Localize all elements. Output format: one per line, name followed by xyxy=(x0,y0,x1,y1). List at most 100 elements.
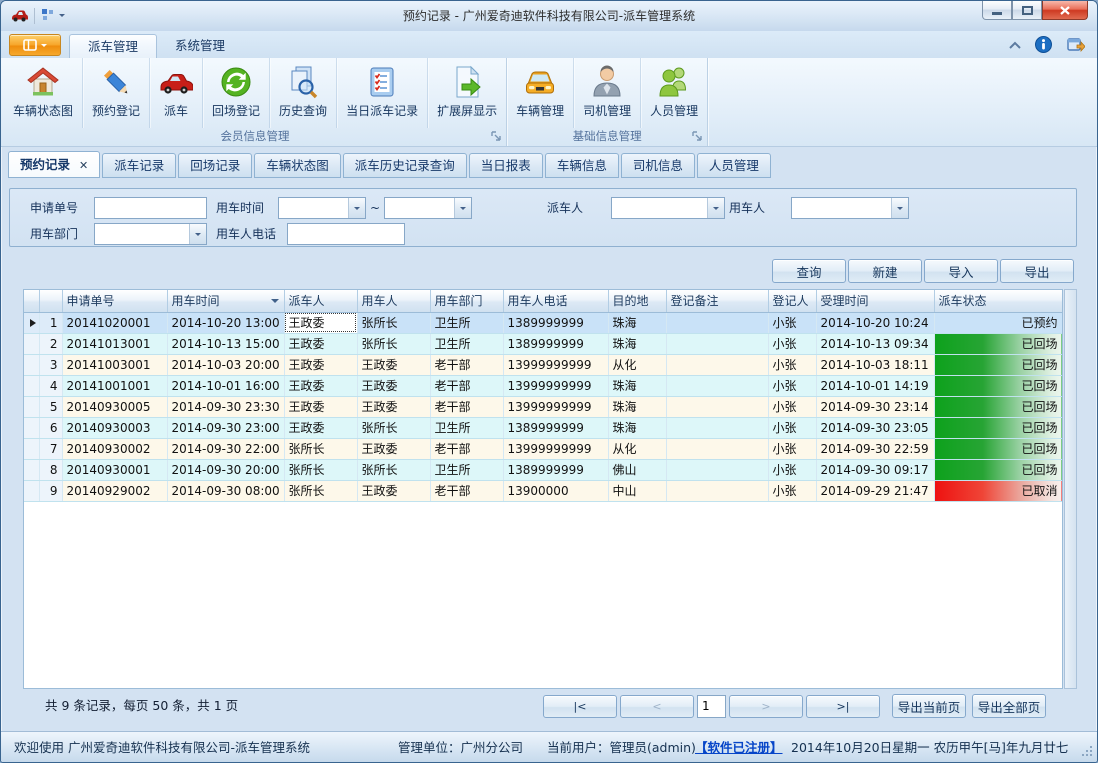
grid-cell-destination[interactable]: 中山 xyxy=(608,480,666,501)
maximize-button[interactable] xyxy=(1012,1,1042,20)
grid-cell-user_phone[interactable]: 13999999999 xyxy=(503,354,608,375)
grid-cell-department[interactable]: 老干部 xyxy=(430,396,503,417)
doc-tab-5[interactable]: 派车历史记录查询 xyxy=(343,153,467,178)
doc-tab-1[interactable]: 预约记录✕ xyxy=(8,151,100,178)
ribbon-button-green-refresh[interactable]: 回场登记 xyxy=(203,58,270,128)
grid-cell-user[interactable]: 张所长 xyxy=(357,417,430,438)
table-row[interactable]: 5201409300052014-09-30 23:30王政委王政委老干部139… xyxy=(24,396,1062,417)
department-combo[interactable] xyxy=(94,223,207,245)
grid-cell-destination[interactable]: 珠海 xyxy=(608,312,666,333)
grid-cell-use_time[interactable]: 2014-09-30 20:00 xyxy=(167,459,284,480)
grid-vertical-scrollbar[interactable] xyxy=(1064,289,1077,689)
grid-cell-accept_time[interactable]: 2014-09-30 23:05 xyxy=(816,417,934,438)
export-all-pages-button[interactable]: 导出全部页 xyxy=(972,694,1046,718)
quick-access-toolbar[interactable] xyxy=(41,8,65,22)
grid-cell-registrar[interactable]: 小张 xyxy=(768,354,816,375)
grid-cell-destination[interactable]: 珠海 xyxy=(608,396,666,417)
grid-cell-user_phone[interactable]: 13900000 xyxy=(503,480,608,501)
grid-cell-user[interactable]: 王政委 xyxy=(357,375,430,396)
grid-cell-status[interactable]: 已回场 xyxy=(934,438,1062,459)
grid-cell-status[interactable]: 已预约 xyxy=(934,312,1062,333)
grid-cell-registrar[interactable]: 小张 xyxy=(768,459,816,480)
table-row[interactable]: 8201409300012014-09-30 20:00张所长张所长卫生所138… xyxy=(24,459,1062,480)
grid-cell-dispatcher[interactable]: 张所长 xyxy=(284,480,357,501)
grid-cell-use_time[interactable]: 2014-10-03 20:00 xyxy=(167,354,284,375)
grid-cell-apply_no[interactable]: 20140930001 xyxy=(62,459,167,480)
column-header-destination[interactable]: 目的地 xyxy=(608,290,666,312)
doc-tab-7[interactable]: 车辆信息 xyxy=(545,153,619,178)
grid-cell-accept_time[interactable]: 2014-10-01 14:19 xyxy=(816,375,934,396)
close-tab-icon[interactable]: ✕ xyxy=(79,159,88,172)
table-row[interactable]: 3201410030012014-10-03 20:00王政委王政委老干部139… xyxy=(24,354,1062,375)
collapse-ribbon-chevron-icon[interactable] xyxy=(1009,41,1021,49)
grid-cell-remark[interactable] xyxy=(666,354,768,375)
last-page-button[interactable]: >| xyxy=(806,695,880,718)
grid-cell-apply_no[interactable]: 20140930002 xyxy=(62,438,167,459)
grid-cell-destination[interactable]: 珠海 xyxy=(608,375,666,396)
table-row[interactable]: 4201410010012014-10-01 16:00王政委王政委老干部139… xyxy=(24,375,1062,396)
grid-cell-status[interactable]: 已回场 xyxy=(934,375,1062,396)
grid-cell-registrar[interactable]: 小张 xyxy=(768,480,816,501)
table-row[interactable]: 1201410200012014-10-20 13:00王政委张所长卫生所138… xyxy=(24,312,1062,333)
ribbon-tab-system[interactable]: 系统管理 xyxy=(157,34,243,58)
grid-cell-status[interactable]: 已回场 xyxy=(934,459,1062,480)
grid-cell-apply_no[interactable]: 20141001001 xyxy=(62,375,167,396)
column-header-user_phone[interactable]: 用车人电话 xyxy=(503,290,608,312)
grid-cell-destination[interactable]: 从化 xyxy=(608,354,666,375)
minimize-button[interactable] xyxy=(982,1,1012,20)
grid-cell-status[interactable]: 已回场 xyxy=(934,396,1062,417)
grid-cell-department[interactable]: 老干部 xyxy=(430,480,503,501)
user-combo[interactable] xyxy=(791,197,909,219)
doc-tab-9[interactable]: 人员管理 xyxy=(697,153,771,178)
export-button[interactable]: 导出 xyxy=(1000,259,1074,283)
grid-cell-dispatcher[interactable]: 王政委 xyxy=(284,375,357,396)
grid-cell-apply_no[interactable]: 20141020001 xyxy=(62,312,167,333)
grid-cell-remark[interactable] xyxy=(666,438,768,459)
grid-cell-user_phone[interactable]: 13999999999 xyxy=(503,375,608,396)
grid-cell-registrar[interactable]: 小张 xyxy=(768,375,816,396)
grid-cell-status[interactable]: 已回场 xyxy=(934,354,1062,375)
ribbon-button-pencil[interactable]: 预约登记 xyxy=(83,58,150,128)
ribbon-tab-dispatch[interactable]: 派车管理 xyxy=(69,34,157,58)
grid-cell-user[interactable]: 张所长 xyxy=(357,459,430,480)
column-header-apply_no[interactable]: 申请单号 xyxy=(62,290,167,312)
grid-cell-remark[interactable] xyxy=(666,480,768,501)
ribbon-button-checklist[interactable]: 当日派车记录 xyxy=(337,58,428,128)
grid-cell-user[interactable]: 王政委 xyxy=(357,354,430,375)
grid-cell-registrar[interactable]: 小张 xyxy=(768,438,816,459)
grid-cell-use_time[interactable]: 2014-10-01 16:00 xyxy=(167,375,284,396)
grid-cell-user_phone[interactable]: 1389999999 xyxy=(503,312,608,333)
grid-cell-use_time[interactable]: 2014-09-30 23:30 xyxy=(167,396,284,417)
grid-cell-destination[interactable]: 从化 xyxy=(608,438,666,459)
grid-cell-apply_no[interactable]: 20141003001 xyxy=(62,354,167,375)
grid-cell-dispatcher[interactable]: 王政委 xyxy=(284,312,357,333)
grid-cell-registrar[interactable]: 小张 xyxy=(768,417,816,438)
info-icon[interactable] xyxy=(1035,36,1052,53)
dialog-launcher-icon[interactable] xyxy=(490,130,502,142)
application-menu-button[interactable] xyxy=(9,34,61,56)
grid-cell-user_phone[interactable]: 1389999999 xyxy=(503,459,608,480)
grid-cell-registrar[interactable]: 小张 xyxy=(768,333,816,354)
grid-cell-status[interactable]: 已回场 xyxy=(934,333,1062,354)
grid-cell-remark[interactable] xyxy=(666,333,768,354)
ribbon-button-driver[interactable]: 司机管理 xyxy=(574,58,641,128)
table-row[interactable]: 2201410130012014-10-13 15:00王政委张所长卫生所138… xyxy=(24,333,1062,354)
grid-cell-destination[interactable]: 珠海 xyxy=(608,417,666,438)
grid-cell-accept_time[interactable]: 2014-10-13 09:34 xyxy=(816,333,934,354)
doc-tab-3[interactable]: 回场记录 xyxy=(178,153,252,178)
grid-cell-use_time[interactable]: 2014-10-13 15:00 xyxy=(167,333,284,354)
grid-cell-dispatcher[interactable]: 王政委 xyxy=(284,396,357,417)
grid-cell-user[interactable]: 王政委 xyxy=(357,396,430,417)
grid-cell-use_time[interactable]: 2014-09-30 23:00 xyxy=(167,417,284,438)
user-phone-input[interactable] xyxy=(287,223,405,245)
column-header-use_time[interactable]: 用车时间 xyxy=(167,290,284,312)
ribbon-button-history-search[interactable]: 历史查询 xyxy=(270,58,337,128)
grid-cell-registrar[interactable]: 小张 xyxy=(768,312,816,333)
grid-cell-dispatcher[interactable]: 王政委 xyxy=(284,333,357,354)
next-page-button[interactable]: > xyxy=(729,695,803,718)
grid-cell-accept_time[interactable]: 2014-09-30 09:17 xyxy=(816,459,934,480)
grid-cell-user[interactable]: 王政委 xyxy=(357,438,430,459)
ribbon-button-people[interactable]: 人员管理 xyxy=(641,58,707,128)
grid-cell-dispatcher[interactable]: 张所长 xyxy=(284,438,357,459)
grid-cell-department[interactable]: 卫生所 xyxy=(430,459,503,480)
